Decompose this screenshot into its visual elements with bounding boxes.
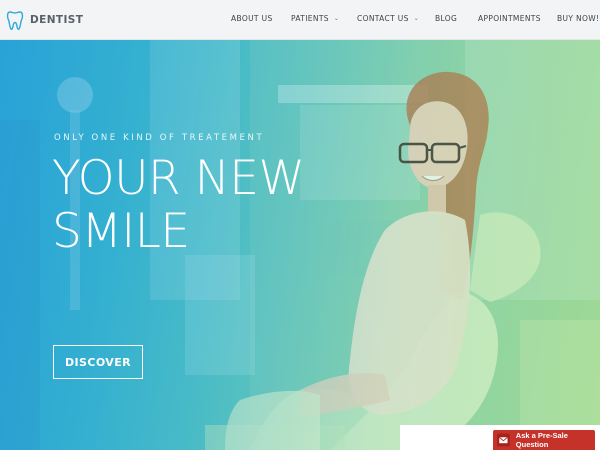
nav-label: CONTACT US	[357, 14, 409, 23]
nav-appointments[interactable]: APPOINTMENTS	[478, 14, 541, 23]
presale-label: Ask a Pre-Sale Question	[515, 431, 568, 449]
hero-tagline: ONLY ONE KIND OF TREATEMENT	[54, 133, 265, 143]
nav-about-us[interactable]: ABOUT US	[231, 14, 273, 23]
discover-button[interactable]: DISCOVER	[53, 345, 143, 379]
nav-label: ABOUT US	[231, 14, 273, 23]
chevron-down-icon: ⌄	[333, 15, 340, 22]
nav-buy-now[interactable]: BUY NOW!	[557, 14, 599, 23]
hero-headline: YOUR NEW SMILE	[52, 151, 305, 259]
nav-contact-us[interactable]: CONTACT US ⌄	[357, 14, 419, 23]
nav-label: BUY NOW!	[557, 14, 600, 23]
nav-patients[interactable]: PATIENTS ⌄	[291, 14, 339, 23]
envelope-icon	[497, 433, 510, 447]
hero-headline-line1: YOUR NEW	[52, 151, 305, 206]
brand-logo[interactable]: DENTIST	[6, 9, 83, 31]
nav-label: BLOG	[435, 14, 458, 23]
nav-blog[interactable]: BLOG	[435, 14, 457, 23]
hero-section: ONLY ONE KIND OF TREATEMENT YOUR NEW SMI…	[0, 40, 600, 450]
brand-name: DENTIST	[30, 14, 84, 26]
nav-label: PATIENTS	[291, 14, 329, 23]
chevron-down-icon: ⌄	[413, 15, 420, 22]
hero-headline-line2: SMILE	[52, 204, 190, 259]
tooth-icon	[6, 11, 24, 30]
nav-label: APPOINTMENTS	[478, 14, 541, 23]
presale-question-button[interactable]: Ask a Pre-Sale Question	[493, 430, 595, 450]
site-header: DENTIST ABOUT US PATIENTS ⌄ CONTACT US ⌄ B…	[0, 0, 600, 40]
